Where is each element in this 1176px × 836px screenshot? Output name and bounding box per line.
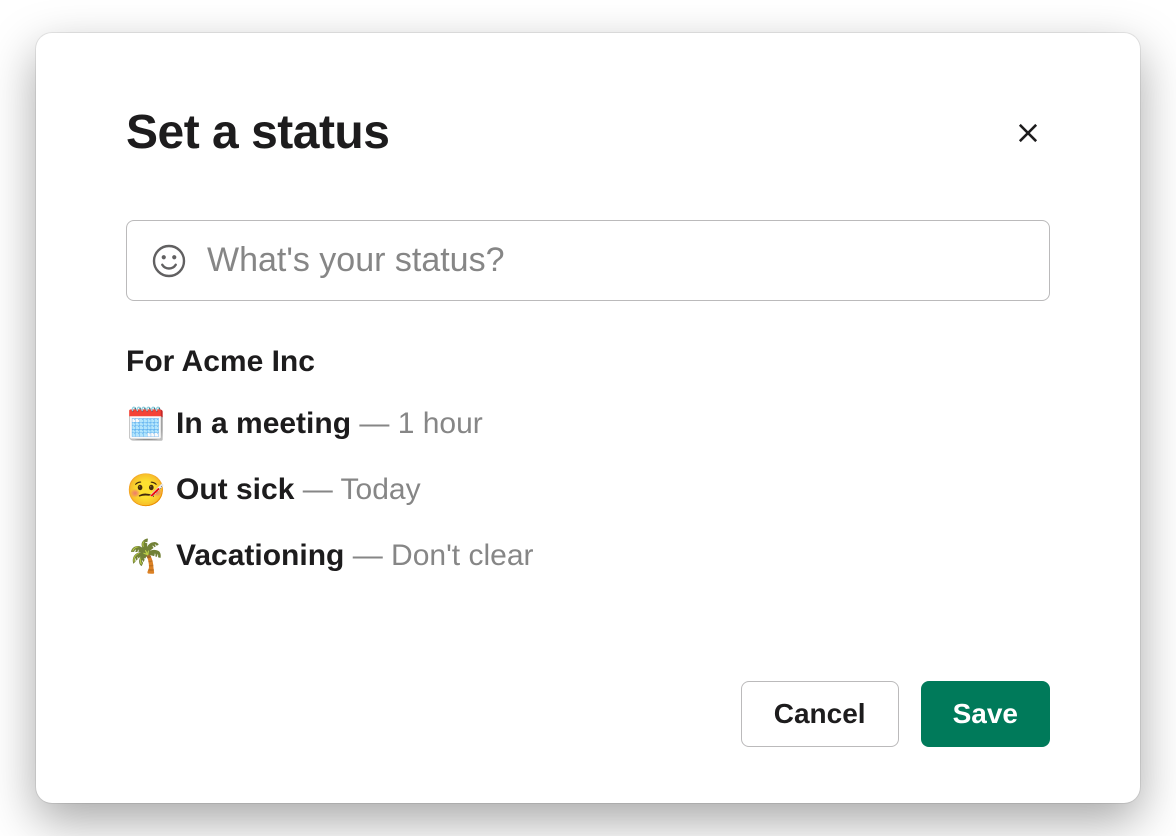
modal-footer: Cancel Save	[741, 681, 1050, 747]
preset-item-sick[interactable]: 🤒 Out sick — Today	[126, 467, 1050, 513]
calendar-icon: 🗓️	[126, 405, 176, 443]
preset-list: 🗓️ In a meeting — 1 hour 🤒 Out sick — To…	[126, 401, 1050, 579]
set-status-modal: Set a status For Acme Inc 🗓️ In a meetin…	[36, 33, 1140, 803]
modal-header: Set a status	[126, 105, 1050, 160]
preset-separator: —	[344, 539, 391, 572]
preset-item-vacation[interactable]: 🌴 Vacationing — Don't clear	[126, 533, 1050, 579]
preset-duration: Don't clear	[391, 539, 533, 572]
modal-title: Set a status	[126, 105, 389, 160]
preset-label: In a meeting	[176, 407, 351, 440]
preset-separator: —	[351, 407, 398, 440]
status-input-container	[126, 220, 1050, 301]
smiley-icon	[151, 243, 187, 279]
emoji-picker-button[interactable]	[151, 243, 187, 279]
section-label: For Acme Inc	[126, 345, 1050, 379]
preset-label: Vacationing	[176, 539, 344, 572]
preset-text: Vacationing — Don't clear	[176, 539, 534, 573]
cancel-button[interactable]: Cancel	[741, 681, 899, 747]
preset-text: Out sick — Today	[176, 473, 421, 507]
preset-item-meeting[interactable]: 🗓️ In a meeting — 1 hour	[126, 401, 1050, 447]
status-input[interactable]	[207, 241, 1025, 280]
preset-duration: 1 hour	[398, 407, 483, 440]
sick-face-icon: 🤒	[126, 471, 176, 509]
palm-tree-icon: 🌴	[126, 537, 176, 575]
preset-duration: Today	[341, 473, 421, 506]
preset-separator: —	[294, 473, 340, 506]
save-button[interactable]: Save	[921, 681, 1050, 747]
close-button[interactable]	[1006, 111, 1050, 155]
close-icon	[1014, 119, 1042, 147]
preset-label: Out sick	[176, 473, 294, 506]
preset-text: In a meeting — 1 hour	[176, 407, 483, 441]
